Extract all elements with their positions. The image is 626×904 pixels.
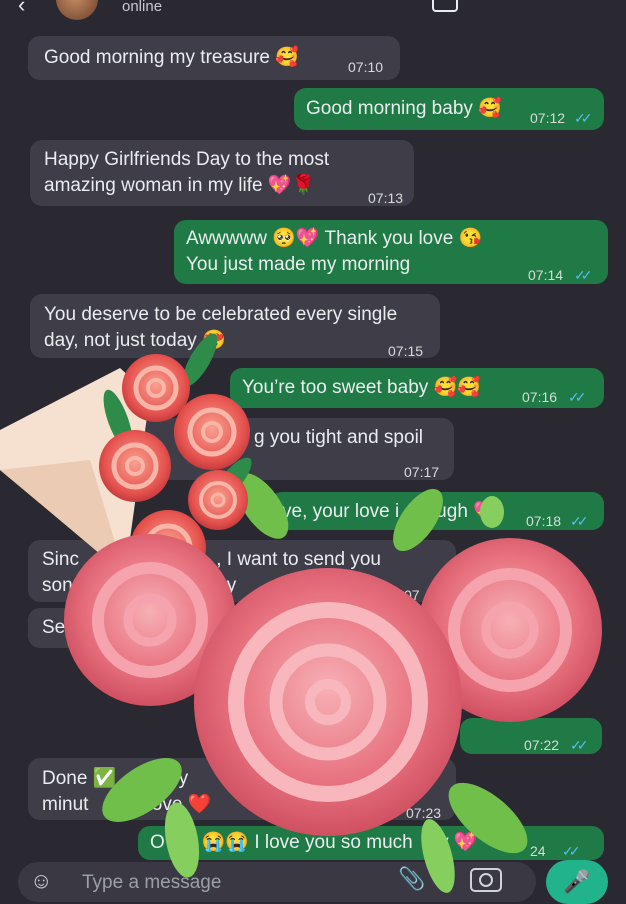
message-text: ve, your love i ough 💖 [282,501,497,522]
message-time: 07:18 [526,513,562,529]
message-time: 07:22 [524,737,560,753]
message-text: Awwwww 🥺💖 Thank you love 😘 [186,228,483,249]
message-time: 07 [404,587,420,603]
microphone-icon[interactable]: 🎤 [546,860,608,904]
message-text: day, not just today 😍 [44,330,226,351]
message-text: amazing woman in my life 💖🌹 [44,175,316,196]
message-bubble[interactable]: Happy Girlfriends Day to the most amazin… [30,140,414,206]
message-text: Good morning my treasure 🥰 [44,47,299,68]
message-text: Good morning baby 🥰 [306,98,502,119]
message-text: Ser [42,617,72,638]
message-bubble[interactable]: 07:22 ✓✓ [460,718,602,754]
emoji-icon[interactable]: ☺ [30,868,52,894]
message-bubble[interactable]: O 😭😭 I love you so much by 💖 24 ✓✓ [138,826,604,860]
message-text: You just made my morning [186,254,411,275]
message-time: 07:15 [388,343,424,359]
message-time: 07:14 [528,267,564,283]
contact-status: online [122,0,163,15]
message-time: 07:17 [404,464,440,480]
video-call-icon[interactable] [432,0,458,12]
message-bubble[interactable]: Sinc , I want to send you son r day 07 [28,540,456,603]
message-bubble[interactable]: Good morning baby 🥰 07:12 ✓✓ [294,88,604,130]
message-input-placeholder: Type a message [82,872,222,893]
back-arrow-icon[interactable]: ‹ [18,0,25,18]
paperclip-icon[interactable]: 📎 [398,866,425,892]
message-text: You deserve to be celebrated every singl… [44,304,398,325]
message-text: Sinc , I want to send you [42,549,381,570]
message-text: Done ✅ k y [42,768,189,789]
message-time: 07:23 [406,805,442,821]
message-bubble[interactable]: g you tight and spoil 07:17 [30,418,454,480]
read-ticks-icon: ✓✓ [570,513,589,529]
message-bubble[interactable]: Good morning my treasure 🥰 07:10 [28,36,400,80]
message-bubble[interactable]: Done ✅ k y minut ove ❤️ 07:23 [28,758,456,821]
read-ticks-icon: ✓✓ [574,110,593,126]
message-text: O 😭😭 I love you so much by 💖 [150,832,478,853]
message-bubble[interactable]: You deserve to be celebrated every singl… [30,294,440,359]
read-ticks-icon: ✓✓ [568,389,587,405]
message-text: Happy Girlfriends Day to the most [44,149,330,170]
message-text: You’re too sweet baby 🥰🥰 [242,377,481,398]
message-text: g you tight and spoil [254,427,424,448]
message-time: 24 [530,843,546,859]
message-text: minut ove ❤️ [42,794,212,815]
read-ticks-icon: ✓✓ [570,737,589,753]
message-time: 07:13 [368,190,404,206]
message-time: 07:16 [522,389,558,405]
read-ticks-icon: ✓✓ [574,267,593,283]
message-bubble[interactable]: ve, your love i ough 💖 07:18 ✓✓ [270,492,604,530]
rose-small [122,354,190,422]
message-time: 07:10 [348,59,384,75]
camera-icon[interactable] [470,868,502,892]
message-bubble[interactable]: Awwwww 🥺💖 Thank you love 😘 You just made… [174,220,608,284]
message-bubble[interactable]: You’re too sweet baby 🥰🥰 07:16 ✓✓ [230,368,604,408]
message-bubble[interactable]: Ser [28,608,238,648]
message-text: son r day [42,575,237,596]
message-time: 07:12 [530,110,566,126]
